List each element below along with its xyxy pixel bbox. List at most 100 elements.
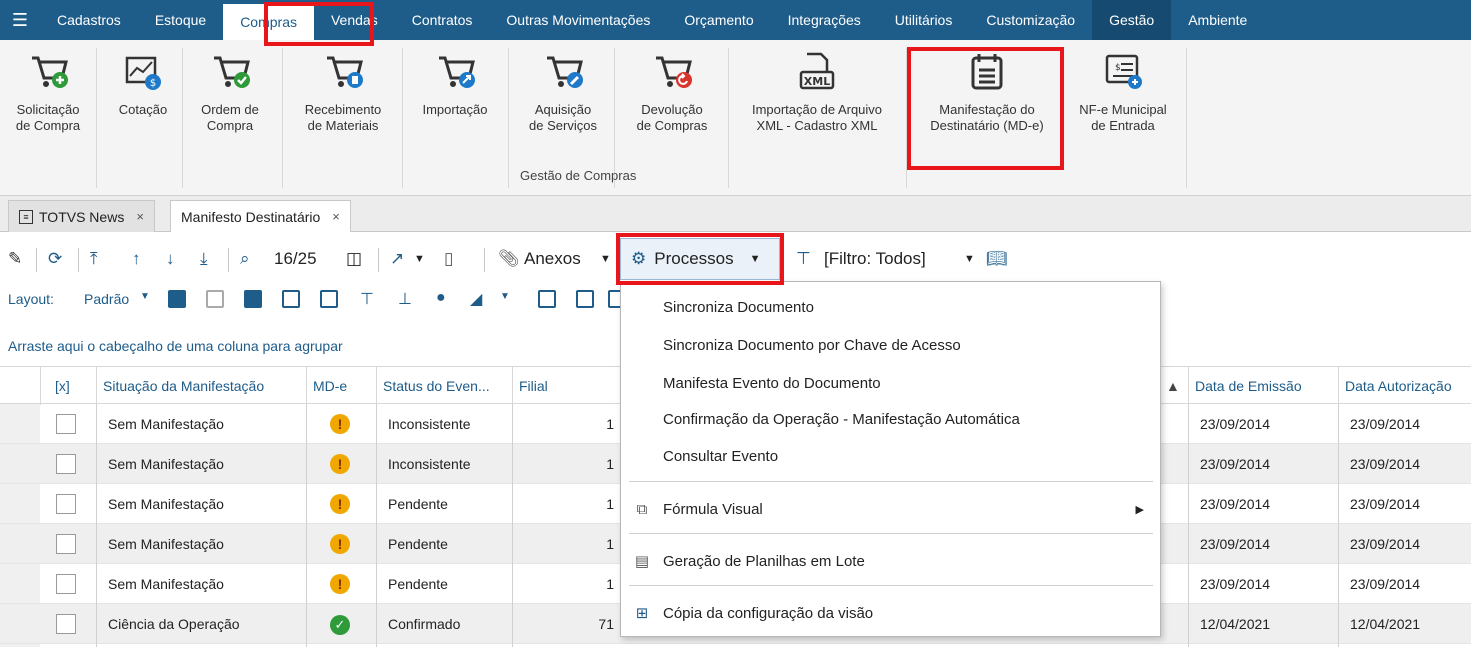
importacao-button[interactable]: Importação	[408, 50, 502, 118]
previous-record-icon[interactable]: ↑	[132, 238, 141, 280]
menu-item-confirmacao-operacao[interactable]: Confirmação da Operação - Manifestação A…	[621, 400, 1160, 438]
invoice-icon: $	[1105, 54, 1142, 89]
row-checkbox[interactable]	[56, 614, 76, 634]
menu-item-formula-visual[interactable]: ⧉ Fórmula Visual ▶	[621, 490, 1160, 528]
ribbon-label: Devolução	[641, 102, 703, 117]
chevron-down-icon[interactable]: ▼	[600, 238, 611, 280]
delete-row-icon[interactable]	[206, 290, 224, 308]
edit-icon[interactable]: ✎	[8, 238, 22, 280]
menu-item-sincroniza-documento[interactable]: Sincroniza Documento	[621, 288, 1160, 326]
filter-selector[interactable]: [Filtro: Todos]	[824, 238, 926, 280]
menu-item-copia-configuracao[interactable]: ⊞ Cópia da configuração da visão	[621, 594, 1160, 632]
menu-item-manifesta-evento[interactable]: Manifesta Evento do Documento	[621, 364, 1160, 402]
tab-manifesto-destinatario[interactable]: Manifesto Destinatário ×	[170, 200, 351, 232]
column-header-data-autorizacao[interactable]: Data Autorização	[1338, 367, 1471, 405]
cart-check-icon	[214, 56, 250, 88]
row-checkbox[interactable]	[56, 414, 76, 434]
layout-selector[interactable]: Padrão	[84, 291, 129, 307]
cell-situacao: Sem Manifestação	[108, 496, 224, 512]
external-link-icon[interactable]: ↗	[390, 238, 404, 280]
column-header-mde[interactable]: MD-e	[306, 367, 376, 405]
menu-outras-movimentacoes[interactable]: Outras Movimentações	[489, 0, 667, 40]
chart-icon[interactable]: ◢	[470, 289, 482, 309]
column-header-select[interactable]: [x]	[40, 367, 96, 405]
cell-mde: ✓	[318, 604, 376, 644]
menu-item-consultar-evento[interactable]: Consultar Evento	[621, 437, 1160, 475]
cell-mde: !	[318, 564, 376, 604]
cart-plus-icon	[32, 56, 68, 88]
anexos-button[interactable]: Anexos	[524, 238, 581, 280]
chevron-down-icon[interactable]: ▼	[140, 291, 150, 302]
ordem-de-compra-button[interactable]: Ordem de Compra	[190, 50, 270, 134]
column-header-situacao[interactable]: Situação da Manifestação	[96, 367, 306, 405]
menu-item-label: Cópia da configuração da visão	[663, 604, 874, 622]
cell-filial: 71	[598, 616, 614, 632]
move-down-icon[interactable]	[320, 290, 338, 308]
aquisicao-de-servicos-button[interactable]: Aquisição de Serviços	[516, 50, 610, 134]
solicitacao-de-compra-button[interactable]: Solicitação de Compra	[6, 50, 90, 134]
highlight-processos	[616, 233, 784, 285]
row-checkbox[interactable]	[56, 454, 76, 474]
add-row-icon[interactable]	[168, 290, 186, 308]
chevron-down-icon[interactable]: ▼	[414, 238, 425, 280]
cell-data-emissao: 23/09/2014	[1200, 536, 1271, 552]
menu-ambiente[interactable]: Ambiente	[1171, 0, 1264, 40]
recebimento-de-materiais-button[interactable]: Recebimento de Materiais	[288, 50, 398, 134]
menu-contratos[interactable]: Contratos	[395, 0, 490, 40]
cell-data-autorizacao: 23/09/2014	[1350, 496, 1421, 512]
record-counter: 16/25	[274, 249, 317, 268]
menu-item-geracao-planilhas[interactable]: ▤ Geração de Planilhas em Lote	[621, 542, 1160, 580]
chevron-down-icon[interactable]: ▼	[964, 238, 975, 280]
cell-status: Pendente	[388, 536, 448, 552]
row-checkbox[interactable]	[56, 494, 76, 514]
unpin-icon[interactable]: ⊥	[398, 289, 412, 309]
menu-customizacao[interactable]: Customização	[969, 0, 1092, 40]
devolucao-de-compras-button[interactable]: Devolução de Compras	[622, 50, 722, 134]
menu-estoque[interactable]: Estoque	[138, 0, 223, 40]
row-checkbox[interactable]	[56, 534, 76, 554]
app-logo-icon[interactable]: ☰	[0, 0, 40, 40]
columns-icon[interactable]: ◫	[346, 238, 362, 280]
menu-item-sincroniza-chave[interactable]: Sincroniza Documento por Chave de Acesso	[621, 326, 1160, 364]
first-record-icon[interactable]: ⤒	[90, 238, 98, 280]
save-layout-icon[interactable]	[244, 290, 262, 308]
cell-data-emissao: 23/09/2014	[1200, 576, 1271, 592]
chevron-right-icon: ▶	[1135, 503, 1144, 516]
menu-orcamento[interactable]: Orçamento	[667, 0, 770, 40]
menu-utilitarios[interactable]: Utilitários	[878, 0, 970, 40]
warning-icon: !	[330, 494, 350, 514]
split-bottom-icon[interactable]	[538, 290, 556, 308]
cell-mde: !	[318, 444, 376, 484]
refresh-icon[interactable]: ⟳	[48, 238, 62, 280]
color-icon[interactable]: ●	[436, 289, 446, 307]
chevron-down-icon[interactable]: ▼	[500, 291, 510, 302]
column-header-status[interactable]: Status do Even...	[376, 367, 512, 405]
column-header-filial[interactable]: Filial	[512, 367, 622, 405]
split-horizontal-icon[interactable]	[576, 290, 594, 308]
tab-totvs-news[interactable]: ≡ TOTVS News ×	[8, 200, 155, 232]
search-icon[interactable]: ⌕	[240, 238, 250, 280]
document-icon[interactable]: ▯	[444, 238, 453, 280]
svg-text:XML: XML	[804, 75, 830, 88]
pin-icon[interactable]: ⊤	[360, 289, 374, 309]
ribbon-label: Solicitação	[16, 102, 80, 117]
cotacao-button[interactable]: $ Cotação	[108, 50, 178, 118]
close-icon[interactable]: ×	[332, 209, 340, 224]
ribbon-label: de Serviços	[529, 118, 597, 133]
menu-gestao[interactable]: Gestão	[1092, 0, 1172, 40]
sort-up-icon[interactable]: ▲	[1160, 367, 1188, 405]
column-header-data-emissao[interactable]: Data de Emissão	[1188, 367, 1338, 405]
book-icon[interactable]: 📖︎	[986, 238, 1008, 280]
move-up-icon[interactable]	[282, 290, 300, 308]
importacao-xml-button[interactable]: XML Importação de Arquivo XML - Cadastro…	[734, 50, 900, 134]
ribbon-label: Importação	[422, 102, 488, 117]
warning-icon: !	[330, 414, 350, 434]
filter-icon[interactable]: ⊤	[796, 238, 811, 280]
last-record-icon[interactable]: ⤓	[200, 238, 208, 280]
menu-integracoes[interactable]: Integrações	[771, 0, 878, 40]
row-checkbox[interactable]	[56, 574, 76, 594]
next-record-icon[interactable]: ↓	[166, 238, 175, 280]
menu-cadastros[interactable]: Cadastros	[40, 0, 138, 40]
close-icon[interactable]: ×	[136, 209, 144, 224]
nfe-municipal-button[interactable]: $ NF-e Municipal de Entrada	[1066, 50, 1180, 134]
